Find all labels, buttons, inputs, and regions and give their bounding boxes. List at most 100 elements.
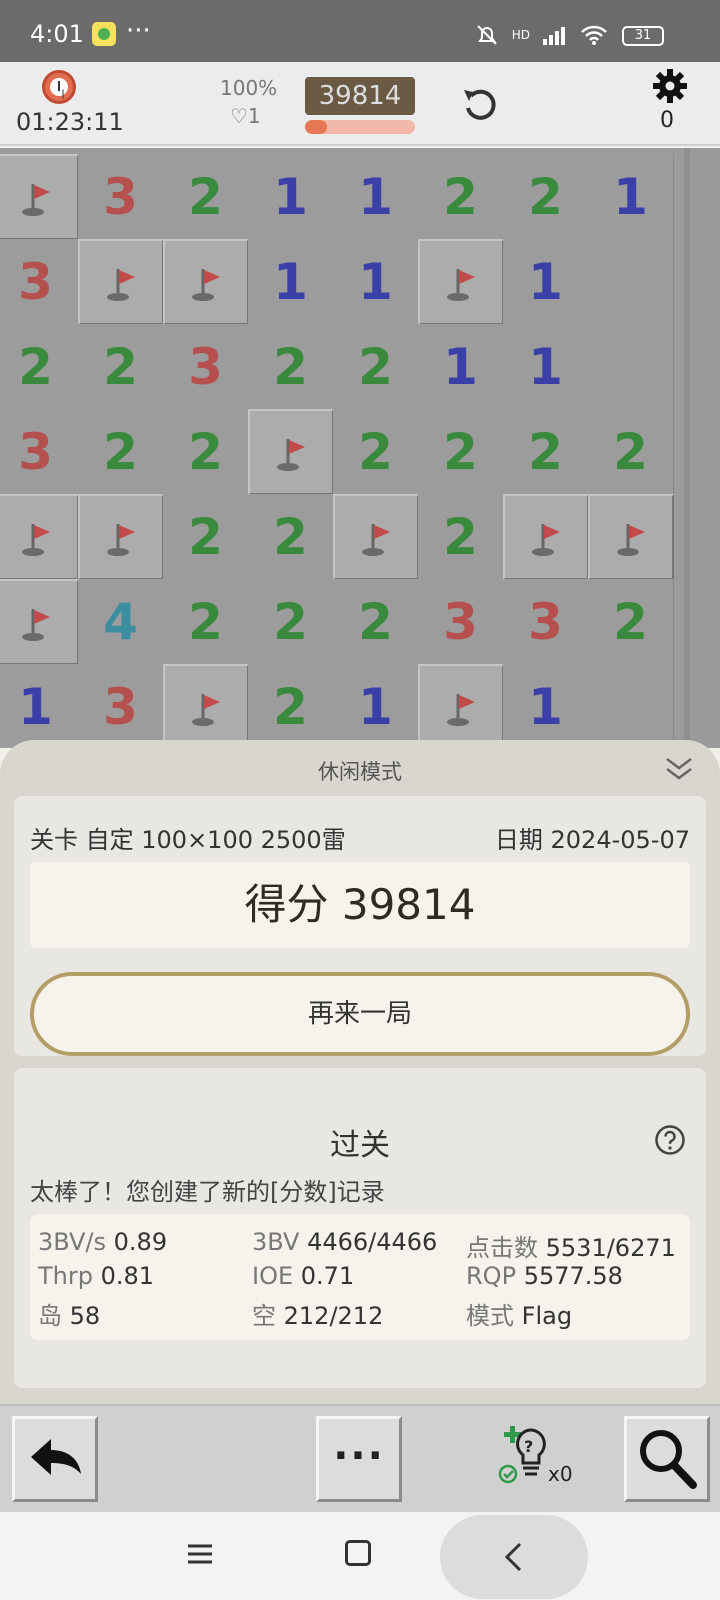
- number-cell[interactable]: 1: [0, 664, 79, 748]
- flag-icon: [192, 269, 220, 301]
- number-cell[interactable]: 2: [163, 154, 249, 240]
- help-icon[interactable]: [654, 1124, 686, 1156]
- empty-cell[interactable]: [588, 239, 674, 325]
- number-cell[interactable]: 2: [418, 494, 504, 580]
- number-cell[interactable]: 2: [503, 154, 589, 240]
- number-cell[interactable]: 1: [503, 239, 589, 325]
- search-button[interactable]: [624, 1416, 710, 1502]
- flagged-cell[interactable]: [0, 154, 79, 240]
- number-cell[interactable]: 1: [503, 324, 589, 410]
- number-cell[interactable]: 2: [588, 409, 674, 495]
- flagged-cell[interactable]: [418, 239, 504, 325]
- wifi-icon: [581, 25, 607, 45]
- number-cell[interactable]: 3: [163, 324, 249, 410]
- number-cell[interactable]: 1: [248, 154, 334, 240]
- flag-icon: [277, 439, 305, 471]
- game-timer: 01:23:11: [16, 108, 124, 136]
- level-info: 关卡 自定 100×100 2500雷: [30, 826, 346, 854]
- number-cell[interactable]: 2: [503, 409, 589, 495]
- number-cell[interactable]: 2: [163, 579, 249, 665]
- number-cell[interactable]: 3: [78, 154, 164, 240]
- completion-percent: 100%: [220, 76, 278, 100]
- number-cell[interactable]: 1: [333, 239, 419, 325]
- status-bar: 4:01 ··· HD 31: [0, 0, 720, 62]
- menu-icon[interactable]: [186, 1542, 214, 1566]
- flag-icon: [192, 694, 220, 726]
- undo-button[interactable]: [12, 1416, 98, 1502]
- number-cell[interactable]: 3: [503, 579, 589, 665]
- number-cell[interactable]: 2: [418, 154, 504, 240]
- more-button[interactable]: ···: [316, 1416, 402, 1502]
- number-cell[interactable]: 2: [78, 324, 164, 410]
- flag-icon: [447, 694, 475, 726]
- progress-fill: [305, 120, 327, 134]
- number-cell[interactable]: 2: [588, 579, 674, 665]
- number-cell[interactable]: 2: [163, 409, 249, 495]
- number-cell[interactable]: 3: [0, 409, 79, 495]
- empty-cell[interactable]: [588, 324, 674, 410]
- number-cell[interactable]: 2: [78, 409, 164, 495]
- flagged-cell[interactable]: [503, 494, 589, 580]
- number-cell[interactable]: 2: [248, 324, 334, 410]
- flagged-cell[interactable]: [333, 494, 419, 580]
- system-navbar: [0, 1512, 720, 1600]
- flagged-cell[interactable]: [78, 494, 164, 580]
- flagged-cell[interactable]: [0, 494, 79, 580]
- stats-card: 过关 太棒了！您创建了新的[分数]记录 3BV/s 0.89 3BV 4466/…: [14, 1068, 706, 1388]
- flag-icon: [447, 269, 475, 301]
- svg-text:?: ?: [524, 1437, 533, 1456]
- back-icon: [504, 1542, 522, 1572]
- flagged-cell[interactable]: [78, 239, 164, 325]
- gear-icon[interactable]: [652, 68, 688, 104]
- mute-bell-icon: [477, 25, 497, 45]
- flagged-cell[interactable]: [588, 494, 674, 580]
- flagged-cell[interactable]: [418, 664, 504, 748]
- status-more-dots: ···: [126, 16, 151, 46]
- progress-bar: [305, 120, 415, 134]
- play-again-button[interactable]: 再来一局: [30, 972, 690, 1056]
- flagged-cell[interactable]: [163, 239, 249, 325]
- flagged-cell[interactable]: [0, 579, 79, 665]
- stat-clicks: 点击数 5531/6271: [466, 1234, 676, 1262]
- result-sheet: 休闲模式 关卡 自定 100×100 2500雷 日期 2024-05-07 得…: [0, 740, 720, 1512]
- signal-icon: [543, 27, 565, 45]
- record-message: 太棒了！您创建了新的[分数]记录: [30, 1178, 385, 1206]
- number-cell[interactable]: 1: [333, 154, 419, 240]
- number-cell[interactable]: 1: [588, 154, 674, 240]
- number-cell[interactable]: 2: [163, 494, 249, 580]
- number-cell[interactable]: 2: [333, 409, 419, 495]
- stat-thrp: Thrp 0.81: [38, 1262, 155, 1290]
- number-cell[interactable]: 2: [248, 579, 334, 665]
- number-cell[interactable]: 2: [418, 409, 504, 495]
- number-cell[interactable]: 2: [248, 494, 334, 580]
- empty-cell[interactable]: [588, 664, 674, 748]
- lives-count: ♡1: [230, 104, 261, 128]
- minesweeper-board[interactable]: 3211221311122322113222222222422233213211: [0, 148, 720, 748]
- home-icon[interactable]: [345, 1540, 371, 1566]
- flag-icon: [617, 524, 645, 556]
- flagged-cell[interactable]: [163, 664, 249, 748]
- number-cell[interactable]: 1: [503, 664, 589, 748]
- number-cell[interactable]: 2: [0, 324, 79, 410]
- collapse-icon[interactable]: [664, 756, 694, 782]
- number-cell[interactable]: 3: [78, 664, 164, 748]
- network-type: HD: [511, 28, 530, 42]
- number-cell[interactable]: 2: [333, 324, 419, 410]
- back-button[interactable]: [440, 1515, 588, 1599]
- number-cell[interactable]: 3: [418, 579, 504, 665]
- mine-counter: 0: [660, 108, 674, 133]
- number-cell[interactable]: 1: [333, 664, 419, 748]
- flagged-cell[interactable]: [248, 409, 334, 495]
- number-cell[interactable]: 4: [78, 579, 164, 665]
- number-cell[interactable]: 2: [333, 579, 419, 665]
- undo-icon: [31, 1439, 81, 1475]
- restart-icon[interactable]: [460, 84, 500, 124]
- number-cell[interactable]: 2: [248, 664, 334, 748]
- board-scrollbar[interactable]: [684, 148, 690, 748]
- number-cell[interactable]: 3: [0, 239, 79, 325]
- number-cell[interactable]: 1: [418, 324, 504, 410]
- number-cell[interactable]: 1: [248, 239, 334, 325]
- date-info: 日期 2024-05-07: [494, 826, 690, 854]
- stat-mode: 模式 Flag: [466, 1302, 573, 1330]
- clock-icon: [42, 70, 76, 104]
